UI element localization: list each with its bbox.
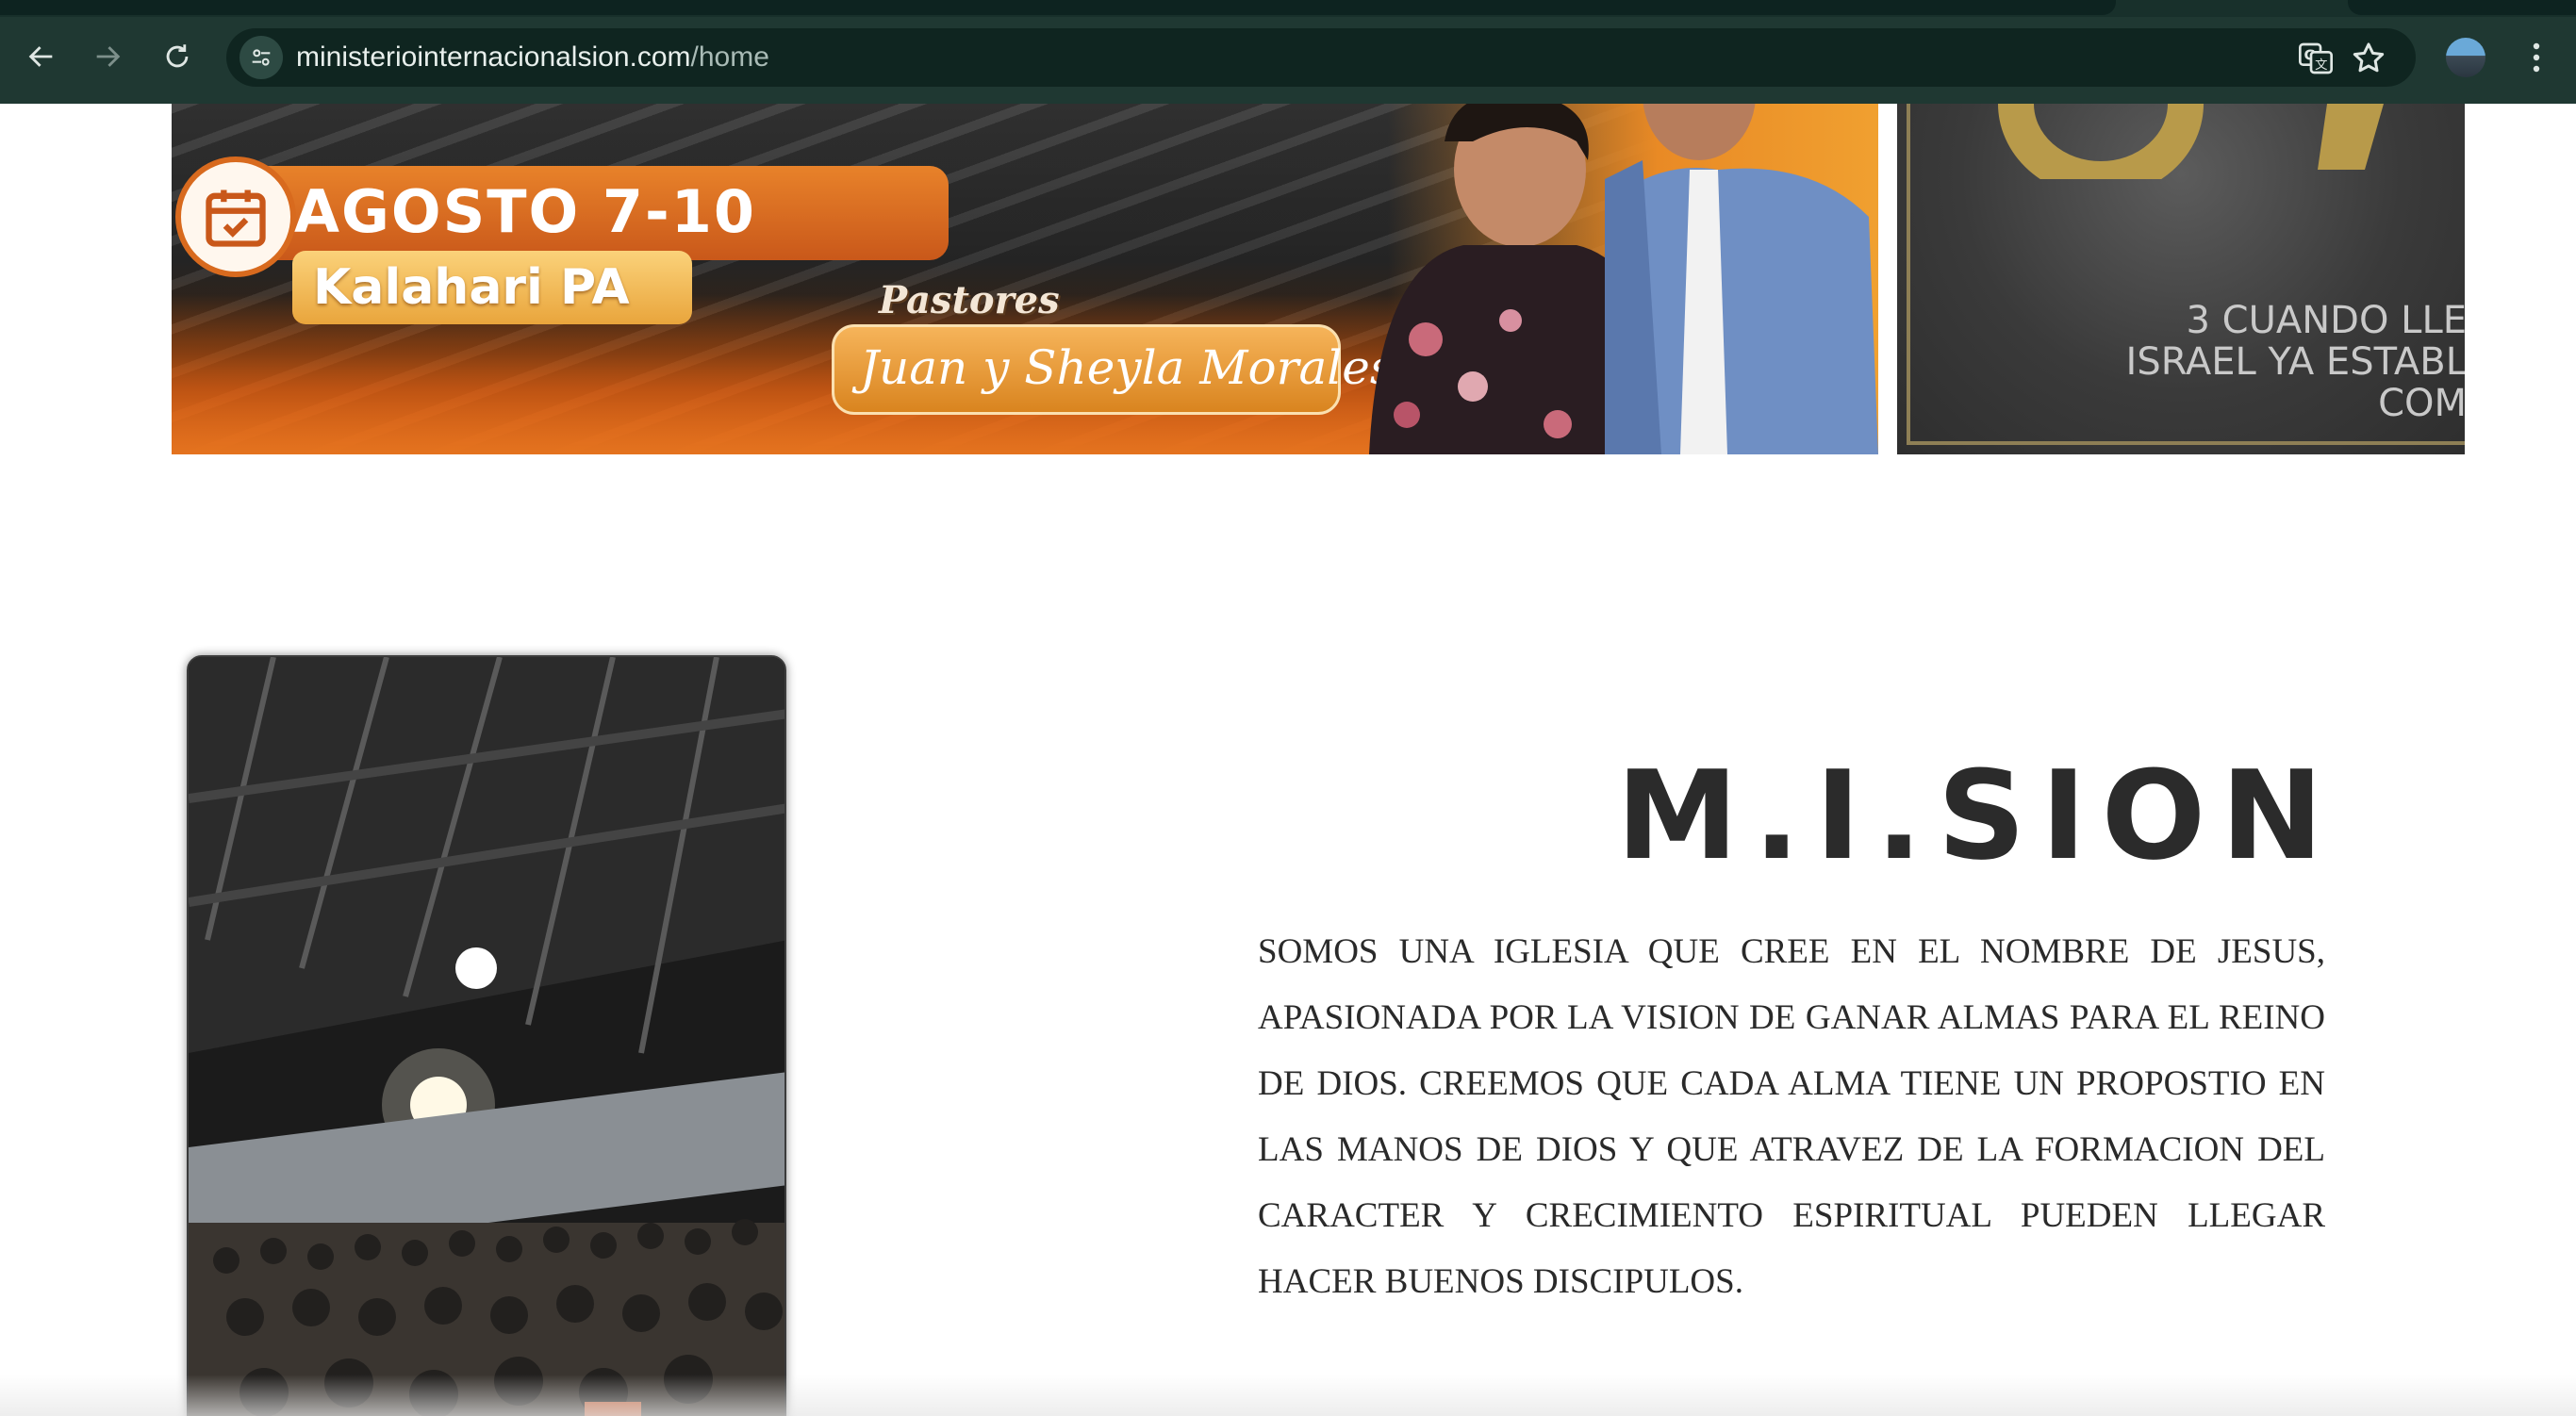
- mission-statement: SOMOS UNA IGLESIA QUE CREE EN EL NOMBRE …: [1258, 932, 2325, 1301]
- address-bar[interactable]: ministeriointernacionalsion.com/home G 文: [226, 28, 2416, 87]
- reload-button[interactable]: [151, 30, 204, 83]
- back-button[interactable]: [15, 30, 68, 83]
- calendar-check-icon: [206, 189, 266, 247]
- event-date: AGOSTO 7-10: [294, 177, 756, 246]
- star-icon[interactable]: [2350, 40, 2387, 77]
- url-text[interactable]: ministeriointernacionalsion.com/home: [296, 42, 769, 73]
- arrow-right-icon: [96, 46, 121, 67]
- tab-new[interactable]: [2348, 0, 2576, 15]
- pastores-names: Juan y Sheyla Morales: [860, 340, 1395, 395]
- forward-button[interactable]: [81, 30, 134, 83]
- site-info-button[interactable]: [239, 36, 283, 79]
- avatar[interactable]: [2446, 38, 2485, 77]
- worship-photo: [187, 655, 786, 1416]
- translate-icon[interactable]: G 文: [2297, 40, 2335, 77]
- kebab-menu-icon[interactable]: [2516, 32, 2557, 83]
- verse-text: 3 CUANDO LLE ISRAEL YA ESTABL COM: [2125, 299, 2465, 425]
- mission-title: M.I.SION: [1616, 744, 2338, 887]
- reload-icon: [166, 44, 189, 68]
- banner-next-slide[interactable]: 3 CUANDO LLE ISRAEL YA ESTABL COM: [1897, 104, 2465, 454]
- event-banner[interactable]: AGOSTO 7-10 Kalahari PA Pastores Juan y …: [172, 104, 1878, 454]
- url-domain: ministeriointernacionalsion.com: [296, 41, 691, 73]
- tune-icon: [252, 49, 271, 66]
- gold-letters-graphic: [1998, 104, 2384, 179]
- calendar-badge: [175, 156, 296, 277]
- event-location: Kalahari PA: [313, 259, 630, 316]
- scroll-fade: [0, 1375, 2576, 1416]
- tab-strip: [0, 0, 2576, 17]
- pastor-man-photo: [1605, 104, 1878, 454]
- tab-active[interactable]: [0, 0, 2116, 15]
- svg-text:文: 文: [2315, 58, 2327, 73]
- pastores-label: Pastores: [879, 278, 1060, 322]
- url-path: /home: [690, 41, 769, 73]
- arrow-left-icon: [28, 46, 53, 67]
- browser-toolbar: ministeriointernacionalsion.com/home G 文: [0, 0, 2576, 104]
